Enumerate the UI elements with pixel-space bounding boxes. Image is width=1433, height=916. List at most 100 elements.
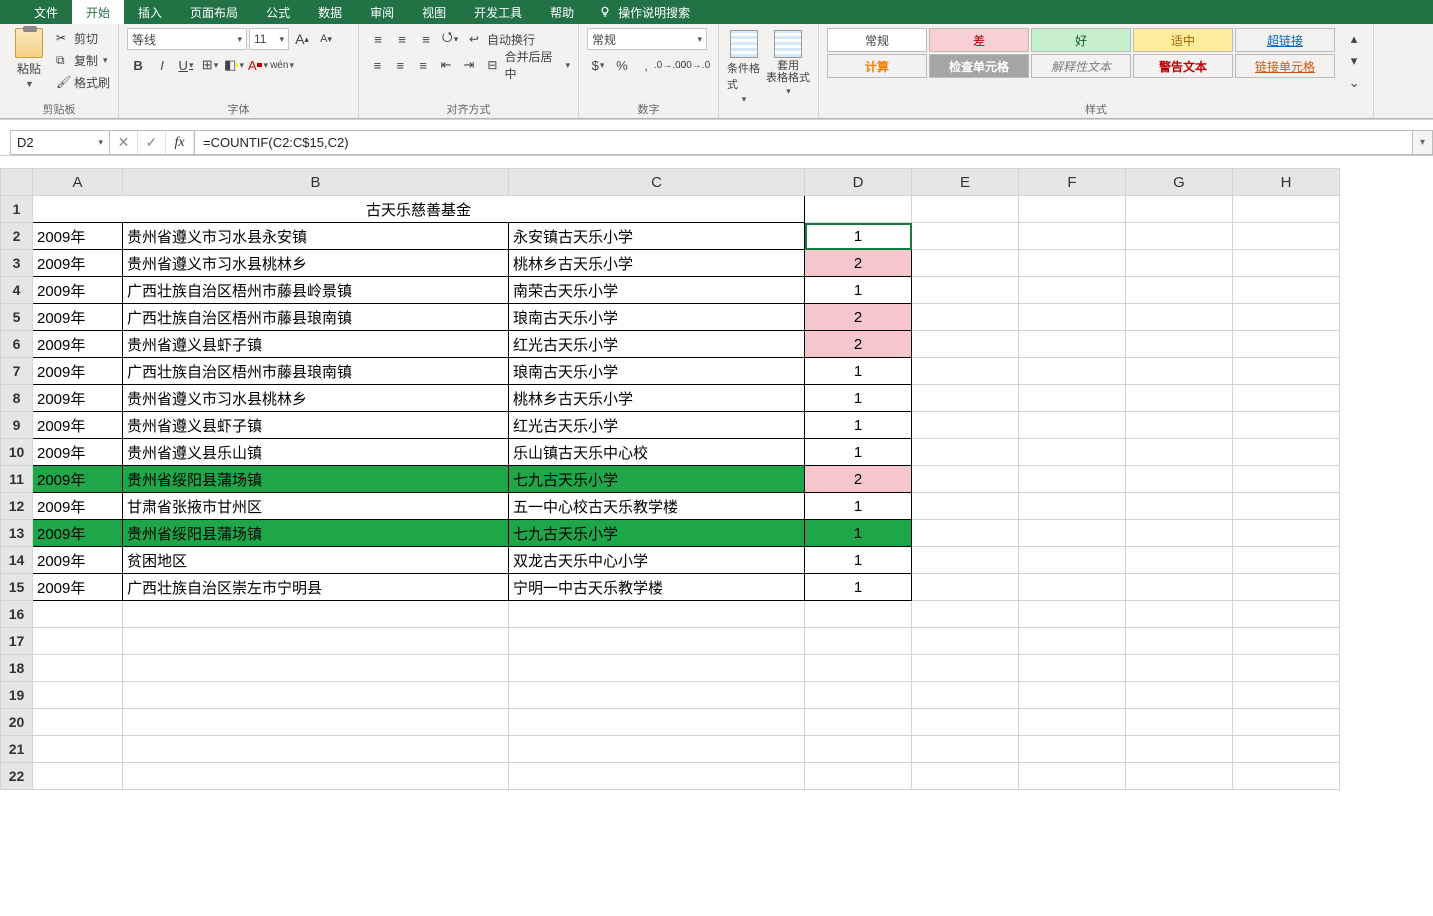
cell-C7[interactable]: 琅南古天乐小学: [509, 358, 805, 385]
cell-A4[interactable]: 2009年: [33, 277, 123, 304]
cell-H9[interactable]: [1233, 412, 1340, 439]
style-good[interactable]: 好: [1031, 28, 1131, 52]
row-header-12[interactable]: 12: [1, 493, 33, 520]
column-header-D[interactable]: D: [805, 169, 912, 196]
enter-formula-button[interactable]: ✓: [138, 131, 166, 154]
cell-H6[interactable]: [1233, 331, 1340, 358]
align-center-button[interactable]: ≡: [390, 54, 411, 76]
cell[interactable]: [805, 601, 912, 628]
cell-B7[interactable]: 广西壮族自治区梧州市藤县琅南镇: [123, 358, 509, 385]
row-header-15[interactable]: 15: [1, 574, 33, 601]
cell-F4[interactable]: [1019, 277, 1126, 304]
style-scroll-down[interactable]: ▾: [1343, 50, 1365, 72]
cell-H14[interactable]: [1233, 547, 1340, 574]
increase-font-button[interactable]: A▴: [291, 28, 313, 50]
cell-F15[interactable]: [1019, 574, 1126, 601]
column-header-G[interactable]: G: [1126, 169, 1233, 196]
cell[interactable]: [1019, 682, 1126, 709]
cell[interactable]: [123, 709, 509, 736]
ribbon-tab-7[interactable]: 视图: [408, 0, 460, 24]
cell[interactable]: [33, 682, 123, 709]
format-painter-button[interactable]: 🖌 格式刷: [56, 72, 110, 92]
align-left-button[interactable]: ≡: [367, 54, 388, 76]
cell-D3[interactable]: 2: [805, 250, 912, 277]
row-header-8[interactable]: 8: [1, 385, 33, 412]
fill-color-button[interactable]: ◧▾: [223, 54, 245, 76]
cell-B13[interactable]: 贵州省绥阳县蒲场镇: [123, 520, 509, 547]
cell[interactable]: [1019, 763, 1126, 790]
cell-E2[interactable]: [912, 223, 1019, 250]
column-header-C[interactable]: C: [509, 169, 805, 196]
style-neutral[interactable]: 适中: [1133, 28, 1233, 52]
cell-B4[interactable]: 广西壮族自治区梧州市藤县岭景镇: [123, 277, 509, 304]
cell[interactable]: [509, 736, 805, 763]
cell-H7[interactable]: [1233, 358, 1340, 385]
cell[interactable]: [1233, 736, 1340, 763]
cell-C12[interactable]: 五一中心校古天乐教学楼: [509, 493, 805, 520]
cell-G2[interactable]: [1126, 223, 1233, 250]
currency-button[interactable]: $▾: [587, 54, 609, 76]
cell-B15[interactable]: 广西壮族自治区崇左市宁明县: [123, 574, 509, 601]
style-normal[interactable]: 常规: [827, 28, 927, 52]
cell[interactable]: [33, 655, 123, 682]
cell[interactable]: [1233, 601, 1340, 628]
cell-D15[interactable]: 1: [805, 574, 912, 601]
align-middle-button[interactable]: ≡: [391, 28, 413, 50]
ribbon-tab-3[interactable]: 页面布局: [176, 0, 252, 24]
copy-button[interactable]: ⧉ 复制 ▾: [56, 50, 110, 70]
cell[interactable]: [805, 628, 912, 655]
cell[interactable]: [1126, 601, 1233, 628]
cell-E5[interactable]: [912, 304, 1019, 331]
cell-D11[interactable]: 2: [805, 466, 912, 493]
style-check[interactable]: 检查单元格: [929, 54, 1029, 78]
decrease-font-button[interactable]: A▾: [315, 28, 337, 50]
cell[interactable]: [1126, 736, 1233, 763]
cell-C15[interactable]: 宁明一中古天乐教学楼: [509, 574, 805, 601]
column-header-F[interactable]: F: [1019, 169, 1126, 196]
cell-A13[interactable]: 2009年: [33, 520, 123, 547]
cell-H2[interactable]: [1233, 223, 1340, 250]
cell-A9[interactable]: 2009年: [33, 412, 123, 439]
cell-G13[interactable]: [1126, 520, 1233, 547]
percent-button[interactable]: %: [611, 54, 633, 76]
cell-E11[interactable]: [912, 466, 1019, 493]
cell-G3[interactable]: [1126, 250, 1233, 277]
cell[interactable]: [123, 628, 509, 655]
cell[interactable]: [912, 763, 1019, 790]
style-linked-cell[interactable]: 链接单元格: [1235, 54, 1335, 78]
cell-H3[interactable]: [1233, 250, 1340, 277]
align-top-button[interactable]: ≡: [367, 28, 389, 50]
cell-F2[interactable]: [1019, 223, 1126, 250]
cell[interactable]: [1233, 763, 1340, 790]
cell[interactable]: [1233, 682, 1340, 709]
align-bottom-button[interactable]: ≡: [415, 28, 437, 50]
cell[interactable]: [1126, 709, 1233, 736]
row-header-2[interactable]: 2: [1, 223, 33, 250]
formula-input[interactable]: =COUNTIF(C2:C$15,C2): [195, 130, 1413, 155]
row-header-3[interactable]: 3: [1, 250, 33, 277]
row-header-7[interactable]: 7: [1, 358, 33, 385]
cell-A12[interactable]: 2009年: [33, 493, 123, 520]
cell-B3[interactable]: 贵州省遵义市习水县桃林乡: [123, 250, 509, 277]
cell[interactable]: [509, 601, 805, 628]
cell-F8[interactable]: [1019, 385, 1126, 412]
cell-C6[interactable]: 红光古天乐小学: [509, 331, 805, 358]
cell-D6[interactable]: 2: [805, 331, 912, 358]
cell-C3[interactable]: 桃林乡古天乐小学: [509, 250, 805, 277]
cell[interactable]: [912, 655, 1019, 682]
cell-H5[interactable]: [1233, 304, 1340, 331]
title-cell[interactable]: 古天乐慈善基金: [33, 196, 805, 223]
cell[interactable]: [805, 763, 912, 790]
row-header-19[interactable]: 19: [1, 682, 33, 709]
cell-B14[interactable]: 贫困地区: [123, 547, 509, 574]
style-scroll-up[interactable]: ▴: [1343, 28, 1365, 50]
row-header-10[interactable]: 10: [1, 439, 33, 466]
cell-H4[interactable]: [1233, 277, 1340, 304]
formula-expand-button[interactable]: ▾: [1413, 130, 1433, 155]
cell-E10[interactable]: [912, 439, 1019, 466]
cell[interactable]: [805, 736, 912, 763]
cell[interactable]: [509, 655, 805, 682]
cell-G15[interactable]: [1126, 574, 1233, 601]
cell-E13[interactable]: [912, 520, 1019, 547]
worksheet[interactable]: ABCDEFGH 1古天乐慈善基金22009年贵州省遵义市习水县永安镇永安镇古天…: [0, 168, 1433, 790]
